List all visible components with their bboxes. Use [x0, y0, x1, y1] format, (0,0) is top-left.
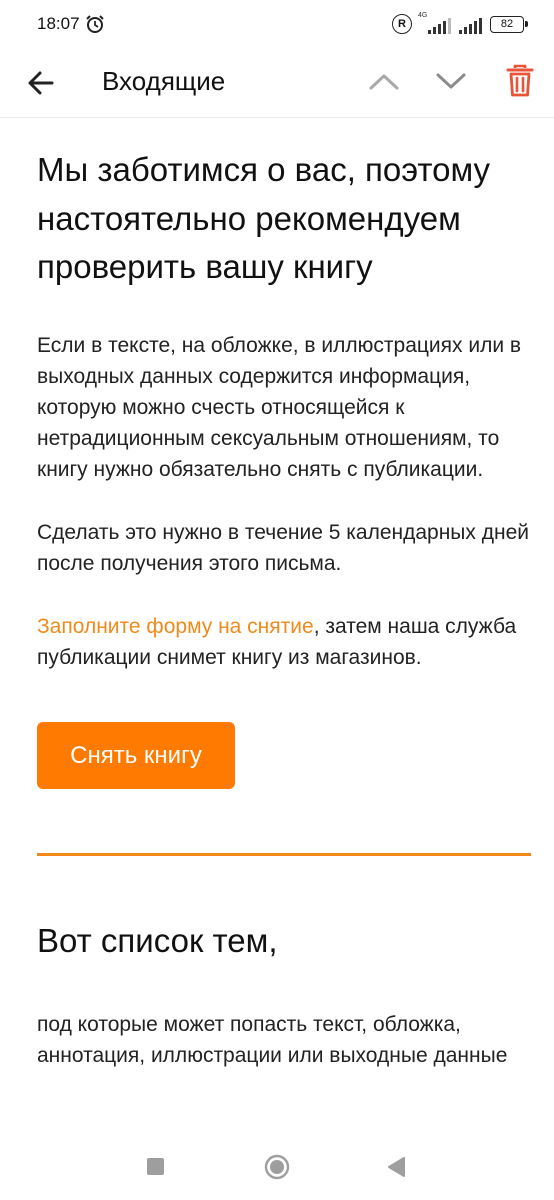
roaming-icon: R: [392, 14, 412, 34]
removal-form-link[interactable]: Заполните форму на снятие: [37, 615, 314, 638]
status-time: 18:07: [37, 14, 80, 33]
chevron-up-icon[interactable]: [366, 66, 402, 96]
page-title: Входящие: [102, 66, 226, 96]
trash-icon[interactable]: [505, 63, 535, 99]
home-circle-icon[interactable]: [264, 1154, 290, 1180]
back-arrow-icon[interactable]: [24, 66, 58, 100]
recents-square-icon[interactable]: [147, 1158, 164, 1175]
status-bar: 18:07 R 4G 82: [0, 0, 554, 50]
email-headline: Мы заботимся о вас, поэтому настоятельно…: [37, 151, 491, 285]
remove-book-button[interactable]: Снять книгу: [37, 721, 235, 789]
system-nav-bar: [0, 1132, 554, 1200]
battery-level: 82: [500, 18, 514, 30]
status-indicators: R 4G 82: [392, 12, 528, 35]
alarm-clock-icon: [86, 15, 104, 33]
email-paragraph-2: Сделать это нужно в течение 5 календарны…: [37, 520, 529, 575]
email-paragraph-4: под которые может попасть текст, обложка…: [37, 1012, 508, 1067]
back-triangle-icon[interactable]: [386, 1156, 406, 1178]
section-divider: [37, 852, 531, 856]
topics-section-title: Вот список тем,: [37, 921, 278, 959]
email-paragraph-1: Если в тексте, на обложке, в иллюстрация…: [37, 333, 522, 481]
email-paragraph-3: Заполните форму на снятие, затем наша сл…: [37, 611, 531, 673]
signal-strength-icon: [459, 14, 482, 34]
chevron-down-icon[interactable]: [433, 66, 469, 96]
battery-icon: 82: [490, 15, 528, 33]
mobile-signal-icon: 4G: [418, 12, 451, 34]
app-bar: Входящие: [0, 50, 554, 118]
network-type-label: 4G: [418, 12, 428, 19]
email-body[interactable]: Мы заботимся о вас, поэтому настоятельно…: [37, 118, 531, 1132]
